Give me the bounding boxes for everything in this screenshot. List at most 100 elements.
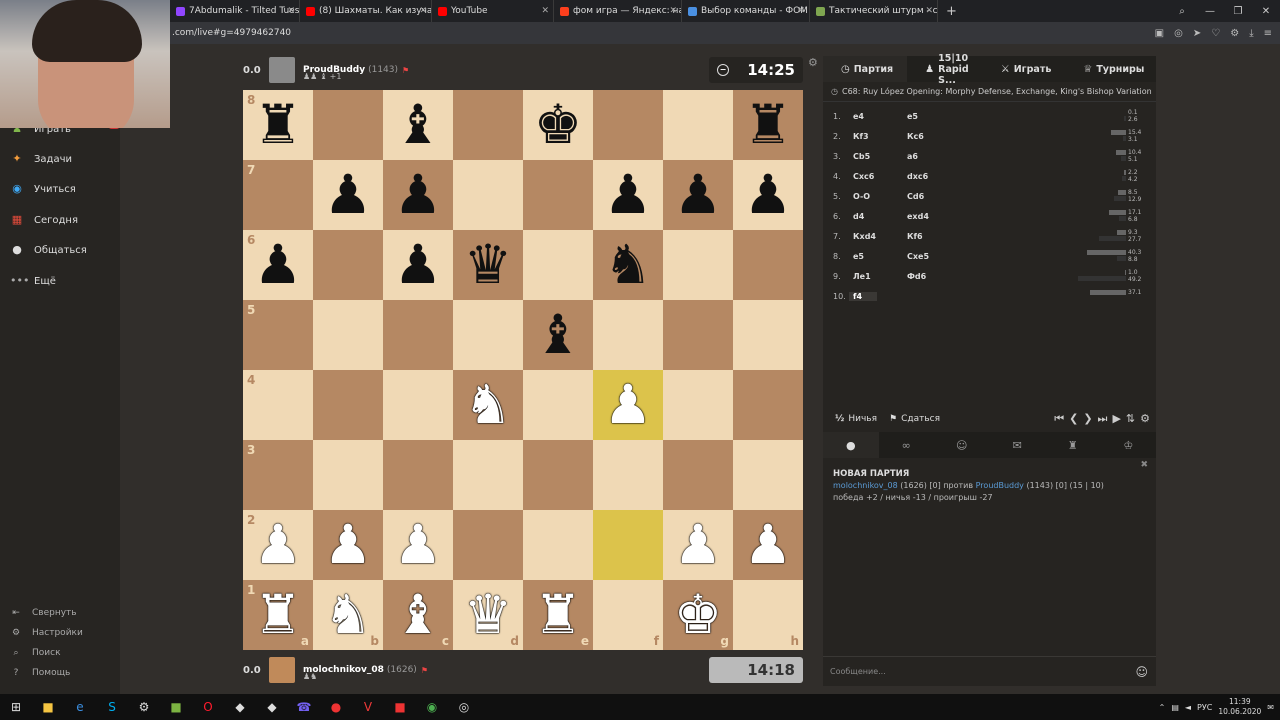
close-icon[interactable]: ✕ [1252,6,1280,17]
white-queen-icon[interactable]: ♛ [464,588,512,642]
square-f1[interactable]: f [593,580,663,650]
square-d4[interactable]: ♞ [453,370,523,440]
square-a5[interactable]: 5 [243,300,313,370]
square-a7[interactable]: 7 [243,160,313,230]
square-c5[interactable] [383,300,453,370]
browser-tab[interactable]: Выбор команды - ФОМ ✕ [682,0,810,22]
white-move[interactable]: e5 [849,252,903,261]
new-tab-button[interactable]: + [938,4,965,19]
square-f2[interactable] [593,510,663,580]
white-rook-icon[interactable]: ♜ [534,588,582,642]
black-pawn-icon[interactable]: ♟ [674,168,722,222]
chess-board[interactable]: 8 ♜ ♝ ♚ ♜ 7 ♟ ♟ ♟ ♟ ♟ 6 ♟ ♟ ♛ ♞ 5 ♝ 4 ♞ ♟ 3 2 ♟ ♟ ♟ ♟ ♟ 1 a ♜ b ♞ c ♝ d ♛ e ♜ f… [243,90,803,650]
sidebar-bottom-item[interactable]: ⇤ Свернуть [10,608,76,618]
sidebar-bottom-item[interactable]: ? Помощь [10,668,71,678]
draw-button[interactable]: ½ Ничья [835,414,877,424]
white-pawn-icon[interactable]: ♟ [324,518,372,572]
white-pawn-icon[interactable]: ♟ [604,378,652,432]
black-pawn-icon[interactable]: ♟ [254,238,302,292]
square-a8[interactable]: 8 ♜ [243,90,313,160]
square-b7[interactable]: ♟ [313,160,383,230]
flip-board-icon[interactable]: ⇅ [1126,412,1135,426]
black-move[interactable]: Кc6 [903,132,957,141]
square-c1[interactable]: c ♝ [383,580,453,650]
browser-tab[interactable]: фом игра — Яндекс: нашл✕ [554,0,682,22]
black-pawn-icon[interactable]: ♟ [394,168,442,222]
black-pawn-icon[interactable]: ♟ [324,168,372,222]
white-move[interactable]: Ле1 [849,272,903,281]
heart-icon[interactable]: ♡ [1211,28,1220,39]
white-pawn-icon[interactable]: ♟ [394,518,442,572]
black-player-link[interactable]: ProudBuddy [976,481,1024,490]
skype-icon[interactable]: S [96,694,128,720]
next-move-icon[interactable]: ❯ [1083,412,1092,426]
tab-close-icon[interactable]: ✕ [419,6,427,16]
white-pawn-icon[interactable]: ♟ [744,518,792,572]
square-b6[interactable] [313,230,383,300]
square-f4[interactable]: ♟ [593,370,663,440]
white-player-link[interactable]: molochnikov_08 [833,481,898,490]
white-move[interactable]: Кf3 [849,132,903,141]
obs-icon[interactable]: ◎ [448,694,480,720]
tab-close-icon[interactable]: ✕ [541,6,549,16]
tournament-icon[interactable]: ♜ [1045,432,1101,458]
white-move[interactable]: d4 [849,212,903,221]
shield-icon[interactable]: ◎ [1174,28,1183,39]
tray-up-icon[interactable]: ⌃ [1159,703,1166,712]
system-clock[interactable]: 11:39 10.06.2020 [1218,697,1261,717]
white-knight-icon[interactable]: ♞ [464,378,512,432]
opera-icon[interactable]: O [192,694,224,720]
panel-tab[interactable]: ⚔ Играть [983,56,1066,82]
chrome-icon[interactable]: ◉ [416,694,448,720]
black-rook-icon[interactable]: ♜ [744,98,792,152]
sidebar-item[interactable]: ••• Ещё [10,274,56,288]
white-rook-icon[interactable]: ♜ [254,588,302,642]
white-bishop-icon[interactable]: ♝ [394,588,442,642]
restore-icon[interactable]: ❐ [1224,6,1252,17]
white-king-icon[interactable]: ♚ [674,588,722,642]
vivaldi-icon[interactable]: V [352,694,384,720]
square-g5[interactable] [663,300,733,370]
sidebar-item[interactable]: ▦ Сегодня [10,213,78,227]
square-g3[interactable] [663,440,733,510]
board-settings-gear-icon[interactable]: ⚙ [808,56,818,69]
volume-icon[interactable]: ◄ [1185,703,1191,712]
square-b3[interactable] [313,440,383,510]
black-pawn-icon[interactable]: ♟ [394,238,442,292]
browser-tab[interactable]: Тактический штурм - cops✕ [810,0,938,22]
tab-close-icon[interactable]: ✕ [797,6,805,16]
black-knight-icon[interactable]: ♞ [604,238,652,292]
sidebar-item[interactable]: ◉ Учиться [10,182,76,196]
white-pawn-icon[interactable]: ♟ [254,518,302,572]
square-h6[interactable] [733,230,803,300]
browser-tab[interactable]: 7Abdumalik - Tilted Tuesd ✕ [170,0,300,22]
binoculars-icon[interactable]: ∞ [879,432,935,458]
square-h4[interactable] [733,370,803,440]
square-b1[interactable]: b ♞ [313,580,383,650]
steam-icon[interactable]: ⚙ [128,694,160,720]
square-b4[interactable] [313,370,383,440]
url-text[interactable]: .com/live#g=4979462740 [172,28,291,38]
avatar[interactable] [269,657,295,683]
square-d6[interactable]: ♛ [453,230,523,300]
extension-icon[interactable]: ⚙ [1230,28,1239,39]
play-icon[interactable]: ▶ [1112,412,1120,426]
square-f7[interactable]: ♟ [593,160,663,230]
square-g6[interactable] [663,230,733,300]
sidebar-item[interactable]: ✦ Задачи [10,152,72,166]
square-c8[interactable]: ♝ [383,90,453,160]
panel-tab[interactable]: ◷ Партия [823,56,908,82]
square-b8[interactable] [313,90,383,160]
white-knight-icon[interactable]: ♞ [324,588,372,642]
emoji-icon[interactable]: ☺ [1135,665,1148,679]
windows-start-icon[interactable]: ⊞ [0,694,32,720]
square-c6[interactable]: ♟ [383,230,453,300]
white-move[interactable]: O-O [849,192,903,201]
message-input[interactable]: Сообщение... ☺ [823,656,1156,686]
square-h1[interactable]: h [733,580,803,650]
white-move[interactable]: Кxd4 [849,232,903,241]
menu-icon[interactable]: ≡ [1264,28,1272,39]
panel-tab[interactable]: ♟ 15|10 Rapid S... [907,53,983,86]
square-c7[interactable]: ♟ [383,160,453,230]
square-g4[interactable] [663,370,733,440]
